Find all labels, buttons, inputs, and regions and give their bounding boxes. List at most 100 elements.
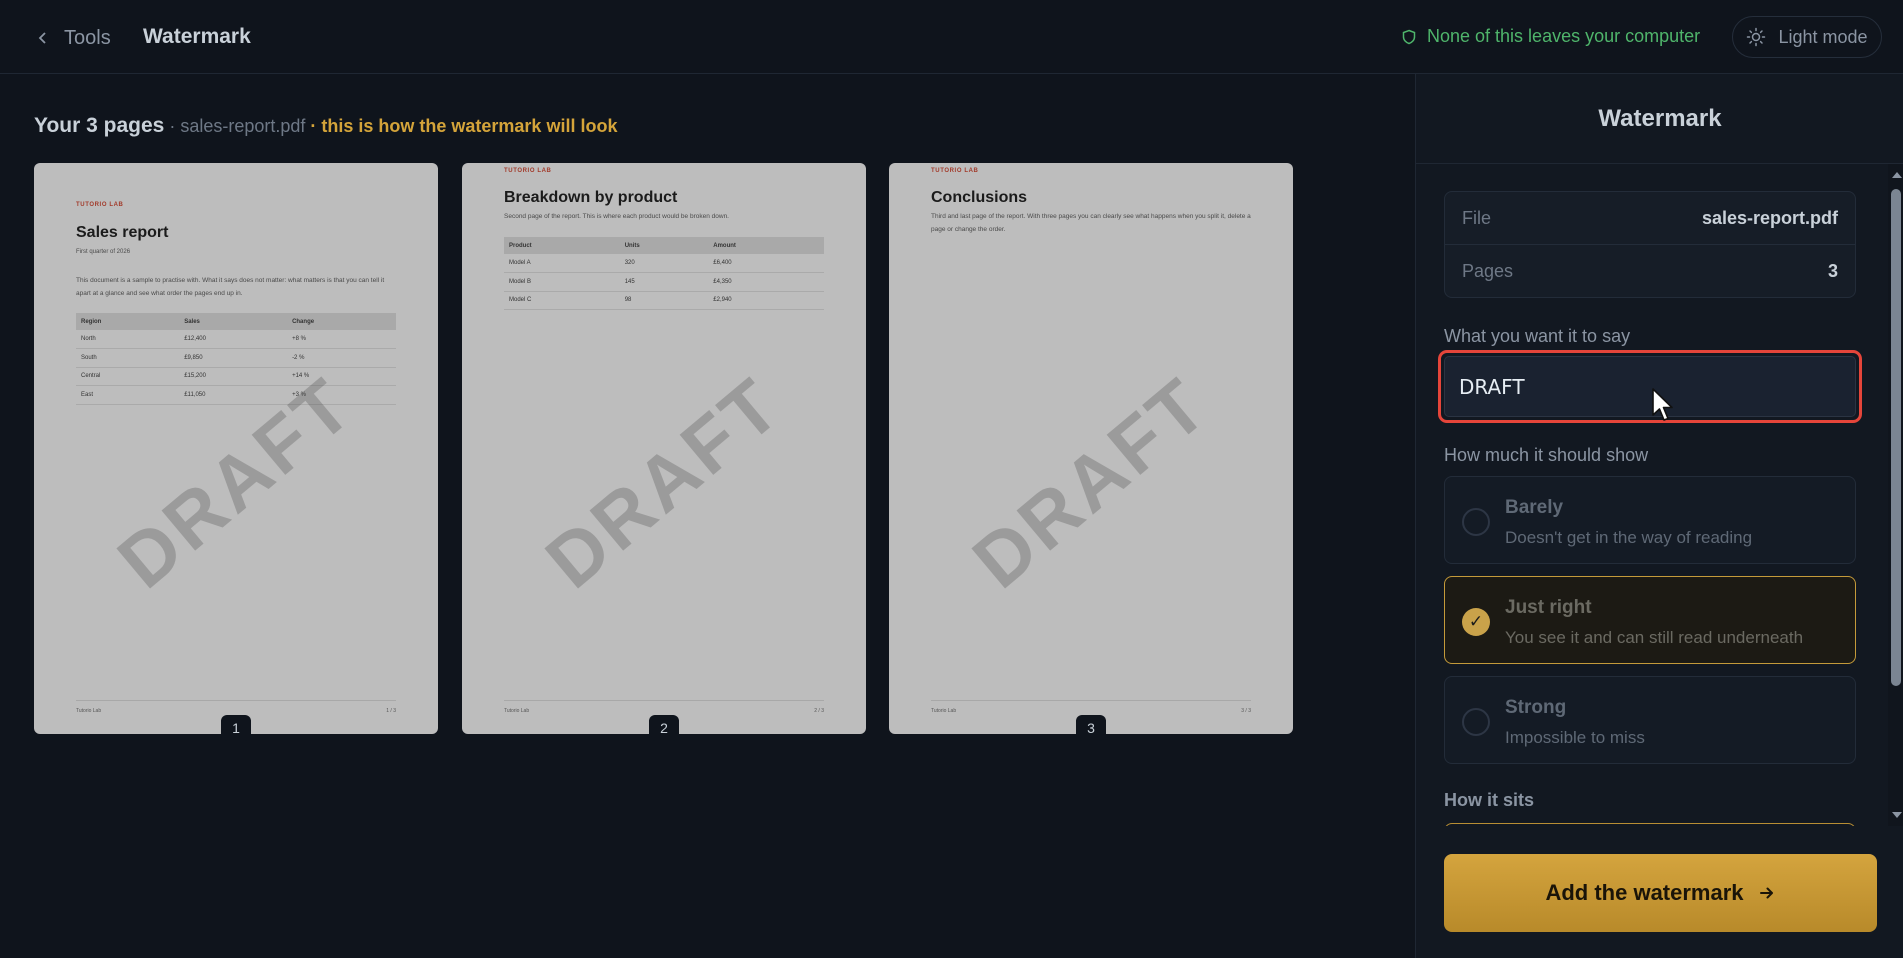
page-paragraph: Second page of the report. This is where…	[504, 213, 729, 220]
table-row: Central £15,200 +14 %	[76, 367, 396, 386]
scroll-down-arrow-icon[interactable]	[1892, 812, 1902, 818]
position-label: How it sits	[1444, 790, 1535, 810]
file-row: File sales-report.pdf	[1445, 192, 1855, 245]
table-cell: Model C	[504, 291, 620, 310]
page-thumbnail-3[interactable]: TUTORIO LAB Conclusions Third and last p…	[889, 163, 1293, 741]
page-thumbnail-1[interactable]: TUTORIO LAB Sales report First quarter o…	[34, 163, 438, 741]
panel-scrollbar[interactable]	[1888, 164, 1903, 826]
shield-icon	[1402, 29, 1416, 44]
page-paragraph: Third and last page of the report. With …	[931, 213, 1251, 233]
page-brand: TUTORIO LAB	[931, 168, 979, 174]
table-row: Model B 145 £4,350	[504, 272, 824, 292]
table-cell: £9,850	[179, 348, 288, 368]
page-number-badge: 3	[1076, 715, 1106, 741]
page-footer-right: 3 / 3	[1241, 708, 1251, 714]
option-title: Barely	[1505, 497, 1564, 518]
watermark-text-input[interactable]	[1444, 356, 1856, 417]
table-cell: 320	[619, 254, 709, 273]
table-cell: 98	[619, 291, 709, 310]
chevron-left-icon	[38, 32, 46, 44]
option-description: Impossible to miss	[1505, 728, 1645, 747]
table-cell: Model B	[504, 272, 620, 292]
strength-label: How much it should show	[1444, 445, 1649, 465]
option-description: Doesn't get in the way of reading	[1505, 528, 1753, 547]
page-number-badge: 2	[649, 715, 679, 741]
table-cell: South	[76, 348, 180, 368]
table-cell: £12,400	[179, 330, 288, 349]
scrollbar-thumb[interactable]	[1891, 189, 1901, 686]
radio-button[interactable]	[1462, 708, 1490, 736]
back-label: Tools	[64, 26, 111, 49]
table-cell: East	[76, 385, 180, 405]
panel-scroll-area[interactable]: File sales-report.pdf Pages 3 What you w…	[1416, 164, 1903, 826]
sun-icon	[1747, 27, 1766, 47]
table-cell: £4,350	[708, 272, 824, 292]
page-paragraph: This document is a sample to practise wi…	[76, 277, 385, 297]
privacy-text: None of this leaves your computer	[1427, 26, 1701, 46]
pages-value: 3	[1827, 261, 1838, 281]
panel-title: Watermark	[1416, 74, 1903, 164]
table-cell: +8 %	[287, 330, 396, 349]
add-watermark-label: Add the watermark	[1545, 880, 1744, 905]
light-mode-button[interactable]: Light mode	[1732, 16, 1882, 58]
table-cell: £2,940	[708, 291, 824, 310]
table-row: South £9,850 -2 %	[76, 348, 396, 368]
table-cell: Model A	[504, 254, 620, 273]
watermark-text-field-wrapper	[1438, 350, 1862, 423]
table-cell: £15,200	[179, 367, 288, 386]
watermark-text-label: What you want it to say	[1444, 326, 1631, 346]
page-footer-rule	[76, 700, 396, 701]
page-title: Watermark	[143, 25, 251, 48]
table-header: Units	[619, 237, 709, 254]
privacy-notice: None of this leaves your computer	[1401, 26, 1700, 47]
table-header: Product	[504, 237, 620, 254]
page-number-badge: 1	[221, 715, 251, 741]
table-row: North £12,400 +8 %	[76, 330, 396, 349]
position-option-partial[interactable]	[1444, 823, 1856, 826]
page-heading: Conclusions	[931, 189, 1028, 206]
table-header: Amount	[708, 237, 824, 254]
page-footer-right: 2 / 3	[814, 708, 824, 714]
top-bar: Tools Watermark None of this leaves your…	[0, 0, 1903, 74]
arrow-right-icon	[1759, 887, 1773, 899]
table-cell: 145	[619, 272, 709, 292]
option-title: Strong	[1505, 697, 1567, 718]
option-description: You see it and can still read underneath	[1505, 628, 1804, 647]
page-table: Product Units Amount Model A 320 £6,400 …	[504, 237, 824, 310]
scroll-up-arrow-icon[interactable]	[1892, 172, 1902, 178]
page-footer-left: Tutorio Lab	[931, 708, 957, 714]
file-info-card: File sales-report.pdf Pages 3	[1444, 191, 1856, 298]
page-footer-left: Tutorio Lab	[504, 708, 530, 714]
settings-panel: Watermark File sales-report.pdf Pages 3 …	[1415, 74, 1903, 958]
table-cell: £6,400	[708, 254, 824, 273]
watermark-text: DRAFT	[530, 361, 798, 605]
page-heading: Breakdown by product	[504, 189, 678, 206]
heading-file-name: · sales-report.pdf	[164, 116, 311, 136]
strength-option-barely[interactable]: Barely Doesn't get in the way of reading	[1444, 476, 1856, 564]
page-brand: TUTORIO LAB	[76, 202, 124, 208]
page-footer-rule	[504, 700, 824, 701]
page-thumbnail-2[interactable]: TUTORIO LAB Breakdown by product Second …	[462, 163, 866, 741]
watermark-text: DRAFT	[957, 361, 1225, 605]
light-mode-label: Light mode	[1778, 26, 1868, 47]
check-icon[interactable]: ✓	[1462, 608, 1490, 636]
page-footer-left: Tutorio Lab	[76, 708, 102, 714]
back-link[interactable]: Tools	[36, 24, 111, 52]
page-footer-rule	[931, 700, 1251, 701]
page-table: Region Sales Change North £12,400 +8 % S…	[76, 313, 396, 405]
strength-option-just-right[interactable]: ✓ Just right You see it and can still re…	[1444, 576, 1856, 664]
file-label: File	[1462, 207, 1492, 228]
add-watermark-button[interactable]: Add the watermark	[1444, 854, 1877, 932]
page-brand: TUTORIO LAB	[504, 168, 552, 174]
mouse-cursor-icon	[1652, 388, 1673, 421]
page-footer-right: 1 / 3	[386, 708, 396, 714]
table-header: Region	[76, 313, 180, 330]
table-cell: North	[76, 330, 180, 349]
strength-option-strong[interactable]: Strong Impossible to miss	[1444, 676, 1856, 764]
heading-pages-count: Your 3 pages	[34, 114, 165, 137]
table-row: Model C 98 £2,940	[504, 291, 824, 310]
radio-button[interactable]	[1462, 508, 1490, 536]
table-cell: -2 %	[287, 348, 396, 368]
heading-hint: · this is how the watermark will look	[310, 116, 618, 136]
table-header: Change	[287, 313, 396, 330]
